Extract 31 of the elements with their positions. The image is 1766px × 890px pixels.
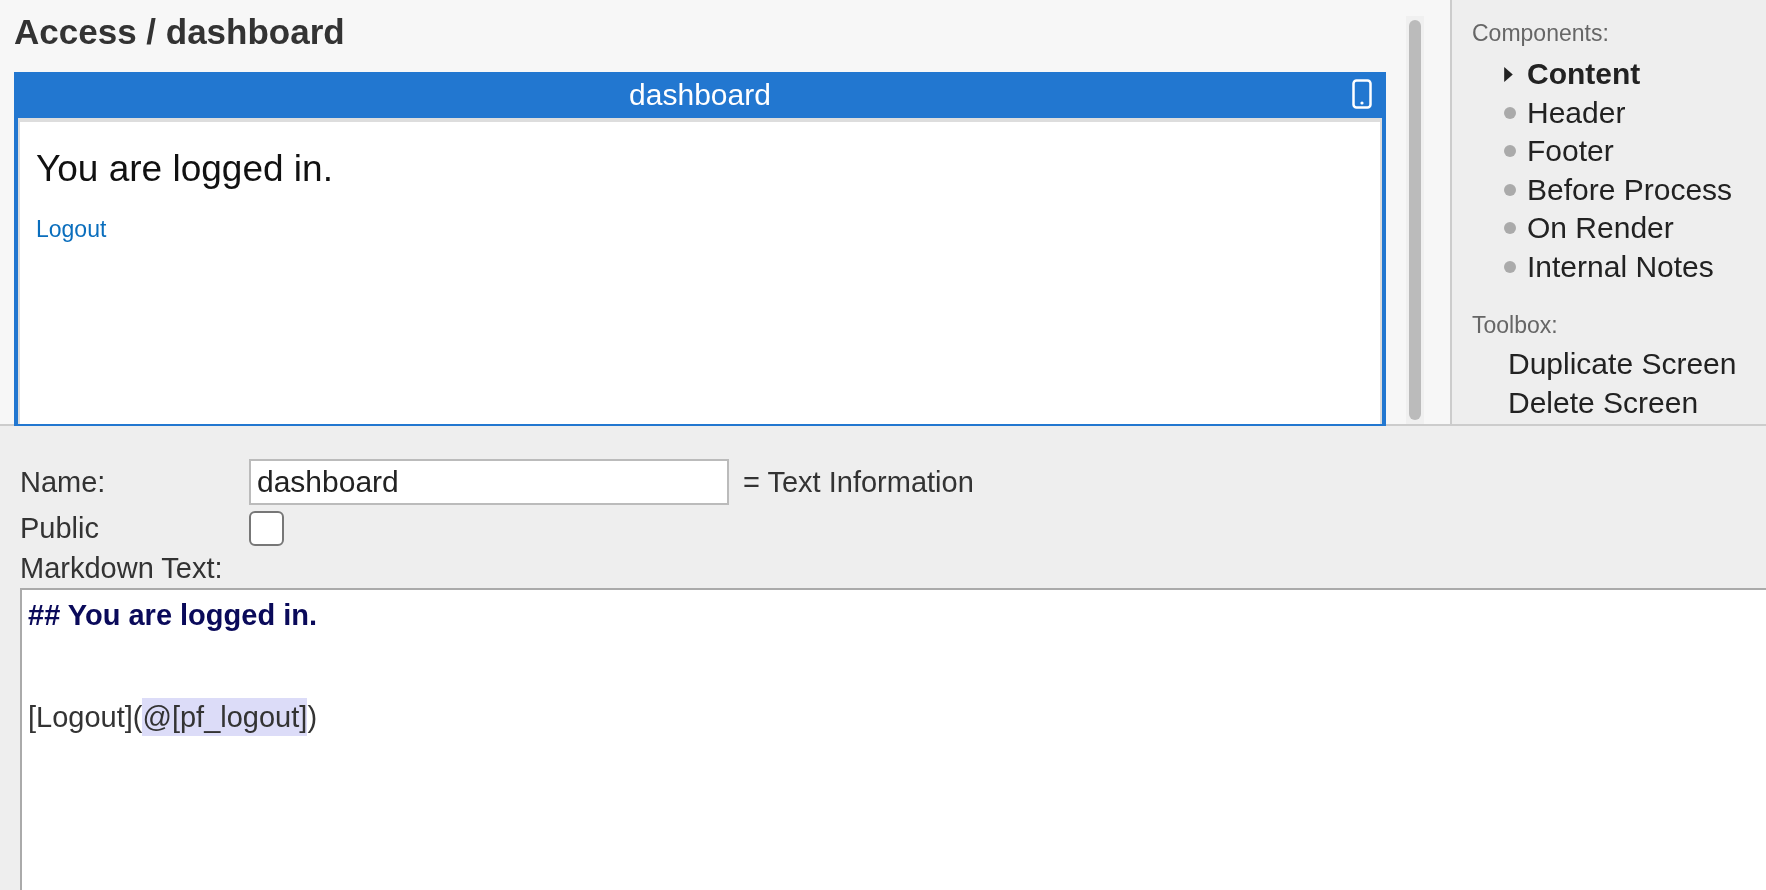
component-item[interactable]: Internal Notes (1472, 247, 1766, 286)
section-label: Toolbox: (1472, 312, 1559, 339)
editor-line: [Logout](@[pf_logout]) (28, 698, 1760, 736)
bullet-icon (1504, 145, 1516, 158)
component-item[interactable]: On Render (1472, 209, 1766, 248)
field-label: Public (20, 511, 100, 545)
field-label: Markdown Text: (20, 551, 224, 586)
caret-icon (1504, 66, 1513, 82)
component-item[interactable]: Header (1472, 93, 1766, 132)
field-label: Name: (20, 465, 107, 499)
public-checkbox[interactable] (249, 510, 284, 546)
preview-title: dashboard (629, 78, 771, 112)
markdown-editor[interactable]: ## You are logged in. [Logout](@[pf_logout]) (20, 588, 1766, 890)
scrollbar[interactable] (1406, 16, 1424, 424)
preview-heading: You are logged in. (36, 148, 334, 190)
bullet-icon (1504, 260, 1516, 273)
component-item[interactable]: Before Process (1472, 170, 1766, 209)
bullet-icon (1504, 183, 1516, 196)
name-field[interactable]: dashboard (249, 459, 729, 505)
editor-line: ## You are logged in. (28, 598, 318, 633)
bullet-icon (1504, 106, 1516, 119)
toolbox-action[interactable]: Delete Screen (1472, 383, 1766, 422)
type-info: = Text Information (743, 465, 974, 499)
toolbox-action[interactable]: Duplicate Screen (1472, 345, 1766, 384)
section-label: Components: (1472, 20, 1610, 47)
phone-icon[interactable] (1352, 79, 1372, 109)
logout-link[interactable]: Logout (36, 216, 107, 242)
component-item[interactable]: Content (1472, 55, 1766, 94)
bullet-icon (1504, 222, 1516, 235)
component-item[interactable]: Footer (1472, 132, 1766, 171)
page-title: Access / dashboard (14, 11, 346, 53)
